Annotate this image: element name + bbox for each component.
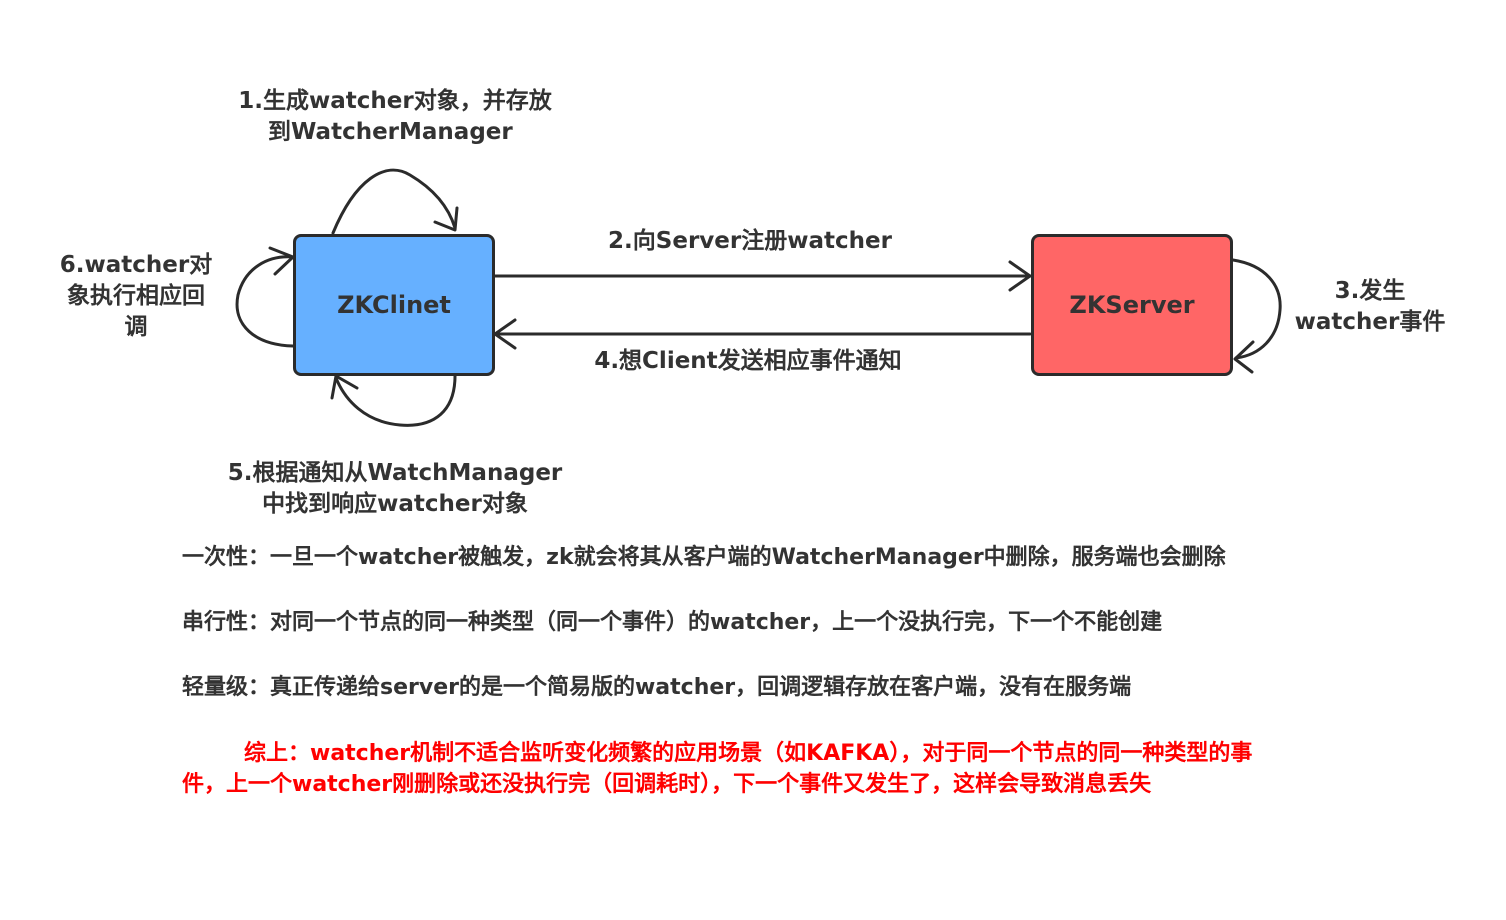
step5-line1: 5.根据通知从WatchManager: [227, 460, 563, 486]
note-lightweight: 轻量级：真正传递给server的是一个简易版的watcher，回调逻辑存放在客户…: [182, 675, 1132, 700]
loop-bottom-arrow: [334, 374, 457, 427]
zkserver-node: ZKServer: [1031, 234, 1233, 376]
summary-paragraph: 综上：watcher机制不适合监听变化频繁的应用场景（如KAFKA），对于同一个…: [182, 738, 1452, 800]
step5-label: 5.根据通知从WatchManager 中找到响应watcher对象: [210, 458, 580, 520]
summary-line1: 综上：watcher机制不适合监听变化频繁的应用场景（如KAFKA），对于同一个…: [244, 741, 1253, 766]
loop-left-arrowhead: [268, 246, 295, 276]
step3-label: 3.发生 watcher事件: [1280, 276, 1460, 338]
zkclient-label: ZKClinet: [337, 291, 451, 319]
step2-text: 2.向Server注册watcher: [608, 228, 892, 254]
step6-label: 6.watcher对 象执行相应回 调: [50, 250, 222, 343]
step4-label: 4.想Client发送相应事件通知: [548, 346, 948, 377]
step6-line3: 调: [124, 314, 148, 340]
step5-line2: 中找到响应watcher对象: [262, 491, 528, 517]
zkserver-label: ZKServer: [1069, 291, 1195, 319]
step1-label: 1.生成watcher对象，并存放 到WatcherManager: [222, 86, 568, 148]
step3-line1: 3.发生: [1334, 278, 1406, 304]
step6-line1: 6.watcher对: [59, 252, 213, 278]
summary-line2: 件，上一个watcher刚删除或还没执行完（回调耗时），下一个事件又发生了，这样…: [182, 772, 1152, 797]
note-one-time: 一次性：一旦一个watcher被触发，zk就会将其从客户端的WatcherMan…: [182, 545, 1226, 570]
step3-line2: watcher事件: [1294, 309, 1446, 335]
step1-line1: 1.生成watcher对象，并存放: [238, 88, 552, 114]
loop-right-arrow: [1231, 258, 1282, 360]
step2-label: 2.向Server注册watcher: [560, 226, 940, 257]
note-serial: 串行性：对同一个节点的同一种类型（同一个事件）的watcher，上一个没执行完，…: [182, 610, 1163, 635]
loop-left-arrow: [235, 255, 295, 348]
step6-line2: 象执行相应回: [67, 283, 205, 309]
step4-text: 4.想Client发送相应事件通知: [594, 348, 902, 374]
zkclient-node: ZKClinet: [293, 234, 495, 376]
step1-line2: 到WatcherManager: [268, 119, 513, 145]
